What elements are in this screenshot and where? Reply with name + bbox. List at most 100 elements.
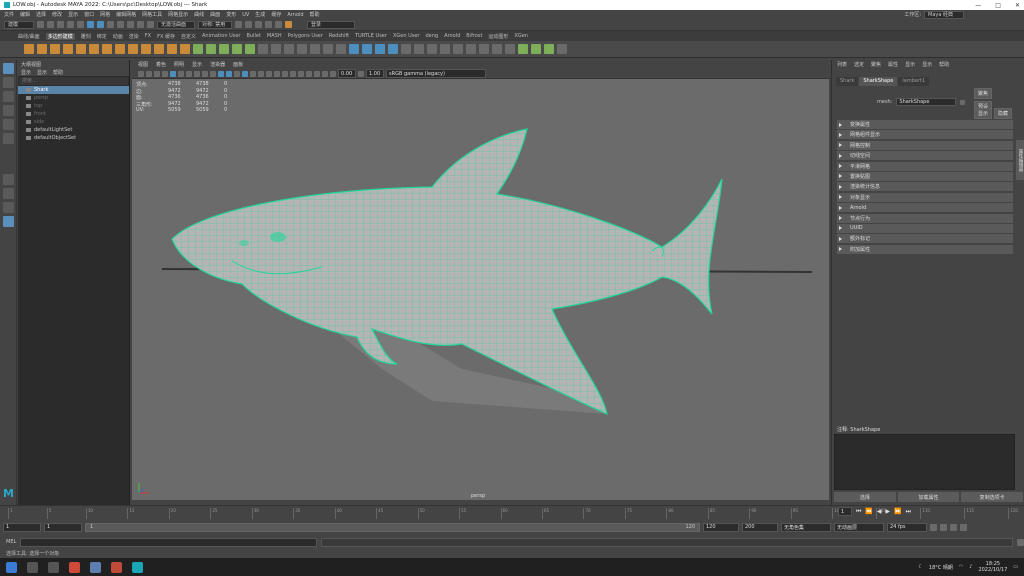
multicut-icon[interactable] — [310, 44, 320, 54]
sound-icon[interactable] — [940, 523, 947, 531]
menu-item[interactable]: Arnold — [287, 12, 303, 18]
hypershade-icon[interactable] — [275, 21, 282, 28]
menu-item[interactable]: 文件 — [4, 11, 14, 18]
poly-disc-icon[interactable] — [102, 44, 112, 54]
outliner-item[interactable]: top — [18, 102, 129, 110]
film-gate-icon[interactable] — [178, 70, 184, 77]
shelf-tab[interactable]: Bifrost — [466, 33, 482, 39]
menu-item[interactable]: 缓存 — [271, 11, 281, 18]
x-ray-icon[interactable] — [557, 44, 567, 54]
ae-section[interactable]: 渲染统计信息 — [837, 182, 1013, 192]
redo-icon[interactable] — [77, 21, 84, 28]
rotate-tool-icon[interactable] — [2, 119, 14, 130]
ae-menu-item[interactable]: 聚焦 — [871, 61, 881, 68]
shelf-tab[interactable]: 绑定 — [97, 33, 107, 40]
menu-item[interactable]: 网格工具 — [142, 11, 162, 18]
anim-layer-dropdown[interactable]: 无动画层 — [834, 522, 884, 532]
outliner-layout-icon[interactable] — [2, 216, 14, 227]
ae-bottom-button[interactable]: 加载属性 — [897, 492, 960, 502]
mel-label[interactable]: MEL — [6, 539, 16, 545]
menu-item[interactable]: 曲线 — [194, 11, 204, 18]
conform-icon[interactable] — [518, 44, 528, 54]
ae-section[interactable]: 变换属性 — [837, 120, 1013, 129]
scale-tool-icon[interactable] — [2, 133, 14, 144]
default-material-icon[interactable] — [234, 70, 240, 77]
viewport-menu-item[interactable]: 渲染器 — [210, 61, 225, 68]
depth-of-field-icon[interactable] — [298, 70, 304, 77]
ae-menu-item[interactable]: 帮助 — [939, 61, 949, 68]
shelf-tab[interactable]: Redshift — [329, 33, 349, 39]
new-scene-icon[interactable] — [37, 21, 44, 28]
3d-viewport[interactable]: 顶点: 4738 4738 0 边: 9472 9472 0 面: 4736 4736 0 三角形: 94… — [132, 79, 829, 500]
mesh-name-field[interactable]: SharkShape — [896, 98, 957, 106]
ae-menu-item[interactable]: 选定 — [854, 61, 864, 68]
undo-icon[interactable] — [67, 21, 74, 28]
menu-item[interactable]: 显示 — [68, 11, 78, 18]
hide-button[interactable]: 隐藏 — [994, 108, 1013, 119]
focus-icon[interactable] — [960, 99, 966, 105]
playback-end-field[interactable]: 120 — [703, 522, 739, 532]
snap-view-icon[interactable] — [147, 21, 154, 28]
fps-dropdown[interactable]: 24 fps — [887, 522, 927, 532]
shelf-tab[interactable]: XGen — [514, 33, 528, 39]
poly-cylinder-icon[interactable] — [50, 44, 60, 54]
boolean-icon[interactable] — [232, 44, 242, 54]
shelf-tab[interactable]: Polygons User — [288, 33, 323, 39]
viewport-menu-item[interactable]: 显示 — [192, 61, 202, 68]
menu-item[interactable]: 帮助 — [310, 11, 320, 18]
task-view-icon[interactable] — [48, 561, 59, 573]
windows-start-icon[interactable] — [6, 561, 17, 573]
side-by-side-layout-icon[interactable] — [2, 202, 14, 213]
browser-icon[interactable] — [90, 561, 101, 573]
lasso-tool-icon[interactable] — [2, 77, 14, 88]
bridge-icon[interactable] — [271, 44, 281, 54]
network-icon[interactable]: ◠ — [959, 564, 963, 570]
grid-toggle-icon[interactable] — [170, 70, 176, 77]
ipr-render-icon[interactable] — [255, 21, 262, 28]
ae-section[interactable]: 切线空间 — [837, 151, 1013, 161]
shelf-tab[interactable]: Bullet — [246, 33, 260, 39]
bevel-icon[interactable] — [284, 44, 294, 54]
render-settings-icon[interactable] — [265, 21, 272, 28]
poly-plane-icon[interactable] — [89, 44, 99, 54]
reduce-icon[interactable] — [466, 44, 476, 54]
gamma-field[interactable]: 1.00 — [366, 69, 384, 78]
menu-item[interactable]: 变形 — [226, 11, 236, 18]
search-icon[interactable] — [27, 561, 38, 573]
chrome-icon[interactable] — [69, 561, 80, 573]
freeze-transform-icon[interactable] — [440, 44, 450, 54]
save-scene-icon[interactable] — [57, 21, 64, 28]
gate-mask-icon[interactable] — [194, 70, 200, 77]
outliner-item[interactable]: Shark — [18, 86, 129, 94]
go-end-icon[interactable]: ⏭ — [906, 508, 911, 516]
camera-select-icon[interactable] — [138, 70, 144, 77]
anim-prefs-icon[interactable] — [960, 523, 967, 531]
weather-icon[interactable]: ☾ — [918, 564, 922, 570]
isolate-select-icon[interactable] — [306, 70, 312, 77]
soften-edge-icon[interactable] — [401, 44, 411, 54]
open-scene-icon[interactable] — [47, 21, 54, 28]
mel-input[interactable] — [20, 537, 317, 547]
paint-select-icon[interactable] — [2, 91, 14, 102]
ae-menu-item[interactable]: 显示 — [922, 61, 932, 68]
triangulate-icon[interactable] — [492, 44, 502, 54]
loop-icon[interactable] — [930, 523, 937, 531]
notification-icon[interactable]: ▭ — [1013, 564, 1018, 570]
menu-item[interactable]: 生成 — [255, 11, 265, 18]
close-button[interactable]: ✕ — [1015, 2, 1020, 9]
outliner-menu-item[interactable]: 帮助 — [53, 69, 63, 76]
snap-point-icon[interactable] — [137, 21, 144, 28]
shelf-tab[interactable]: 运动图形 — [488, 33, 508, 40]
menu-item[interactable]: 修改 — [52, 11, 62, 18]
arnold-render-icon[interactable] — [285, 21, 292, 28]
poly-gear-icon[interactable] — [141, 44, 151, 54]
script-editor-icon[interactable] — [1017, 538, 1024, 546]
mirror-icon[interactable] — [245, 44, 255, 54]
shelf-tab[interactable]: 曲线/曲面 — [18, 33, 40, 40]
auto-map-icon[interactable] — [375, 44, 385, 54]
range-slider[interactable]: 1 120 — [85, 522, 700, 532]
outliner-item[interactable]: defaultObjectSet — [18, 134, 129, 142]
character-set-dropdown[interactable]: 无角色集 — [781, 522, 831, 532]
lights-icon[interactable] — [258, 70, 264, 77]
current-frame-field[interactable]: 1 — [838, 507, 852, 516]
